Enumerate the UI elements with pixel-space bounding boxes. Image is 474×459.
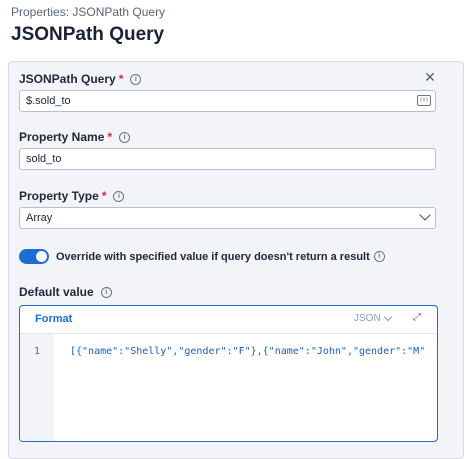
override-label-text: Override with specified value if query d… bbox=[56, 250, 370, 263]
required-asterisk: * bbox=[118, 72, 124, 86]
jsonpath-query-label-text: JSONPath Query bbox=[19, 72, 116, 86]
language-select[interactable]: JSON bbox=[354, 312, 392, 324]
language-value: JSON bbox=[354, 313, 381, 324]
jsonpath-query-label: JSONPath Query * i bbox=[19, 72, 142, 86]
format-button[interactable]: Format bbox=[35, 313, 72, 325]
property-name-label-text: Property Name bbox=[19, 130, 105, 144]
expand-icon[interactable]: ⤢ bbox=[412, 313, 422, 323]
breadcrumb: Properties: JSONPath Query bbox=[11, 5, 166, 19]
chevron-down-icon bbox=[383, 312, 392, 322]
header: Properties: JSONPath Query JSONPath Quer… bbox=[0, 0, 474, 58]
editor-toolbar: Format JSON ⤢ bbox=[20, 306, 437, 334]
property-type-value: Array bbox=[26, 212, 53, 224]
override-row: Override with specified value if query d… bbox=[19, 248, 385, 265]
required-asterisk: * bbox=[107, 130, 113, 144]
property-name-input[interactable]: sold_to bbox=[19, 148, 436, 170]
override-label: Override with specified value if query d… bbox=[56, 251, 385, 263]
jsonpath-query-input[interactable]: $.sold_to {x} bbox=[19, 90, 436, 112]
property-type-select[interactable]: Array bbox=[19, 207, 436, 229]
chevron-down-icon[interactable] bbox=[419, 209, 431, 221]
code-line[interactable]: [{"name":"Shelly","gender":"F"},{"name":… bbox=[70, 346, 425, 357]
code-editor[interactable]: Format JSON ⤢ 1 [{"name":"Shelly","gende… bbox=[19, 305, 438, 442]
property-type-label-text: Property Type bbox=[19, 189, 99, 203]
property-name-label: Property Name * i bbox=[19, 130, 131, 144]
info-icon[interactable]: i bbox=[373, 251, 385, 262]
override-toggle[interactable] bbox=[19, 249, 49, 264]
code-field-icon[interactable]: {x} bbox=[417, 95, 431, 106]
info-icon[interactable]: i bbox=[113, 190, 125, 202]
default-value-label-text: Default value bbox=[19, 285, 94, 299]
line-number: 1 bbox=[34, 346, 41, 357]
required-asterisk: * bbox=[101, 189, 107, 203]
close-icon[interactable]: ✕ bbox=[423, 70, 437, 84]
property-name-value: sold_to bbox=[26, 153, 62, 165]
info-icon[interactable]: i bbox=[119, 131, 131, 143]
default-value-label: Default value i bbox=[19, 285, 112, 299]
jsonpath-query-value: $.sold_to bbox=[26, 95, 71, 107]
info-icon[interactable]: i bbox=[100, 286, 112, 298]
page-title: JSONPath Query bbox=[11, 24, 165, 45]
info-icon[interactable]: i bbox=[130, 73, 142, 85]
property-type-label: Property Type * i bbox=[19, 189, 125, 203]
toggle-knob bbox=[36, 251, 47, 262]
